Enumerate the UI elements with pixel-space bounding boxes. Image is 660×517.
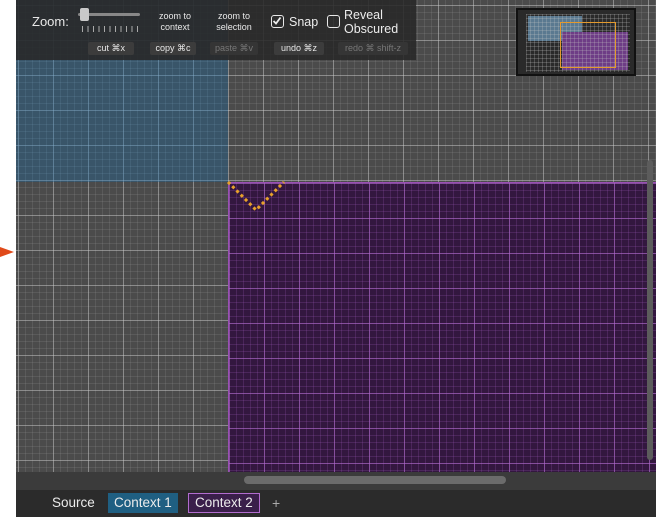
zoom-to-context-button[interactable]: zoom to context xyxy=(150,11,200,33)
pointer-arrow-icon xyxy=(0,247,14,257)
snap-label: Snap xyxy=(289,15,319,29)
cut-button[interactable]: cut ⌘x xyxy=(88,42,134,55)
vertical-scrollbar[interactable] xyxy=(647,160,653,460)
selection-handle[interactable] xyxy=(226,178,298,214)
tab-context-2[interactable]: Context 2 xyxy=(188,493,260,513)
tab-source[interactable]: Source xyxy=(46,493,101,513)
reveal-obscured-checkbox[interactable] xyxy=(327,15,340,28)
zoom-slider-thumb[interactable] xyxy=(80,8,89,21)
add-tab-button[interactable]: + xyxy=(266,493,286,513)
horizontal-scrollbar[interactable] xyxy=(244,476,506,484)
toolbar: Zoom: zoom to context zoom to selection … xyxy=(16,0,416,60)
zoom-slider[interactable] xyxy=(78,8,142,38)
checkmark-icon xyxy=(272,16,282,25)
zoom-to-selection-button[interactable]: zoom to selection xyxy=(208,11,260,33)
undo-button[interactable]: undo ⌘z xyxy=(274,42,324,55)
reveal-obscured-label: Reveal Obscured xyxy=(344,8,399,36)
snap-checkbox[interactable] xyxy=(271,15,284,28)
redo-button[interactable]: redo ⌘ shift-z xyxy=(338,42,408,55)
paste-button[interactable]: paste ⌘v xyxy=(210,42,258,55)
editor-frame: Zoom: zoom to context zoom to selection … xyxy=(16,0,656,517)
context-tab-bar: Source Context 1 Context 2 + xyxy=(16,490,656,517)
context-2-region[interactable] xyxy=(228,182,656,473)
minimap[interactable] xyxy=(516,8,636,76)
zoom-label: Zoom: xyxy=(32,14,69,29)
minimap-viewport[interactable] xyxy=(560,22,616,68)
copy-button[interactable]: copy ⌘c xyxy=(150,42,196,55)
zoom-slider-ticks xyxy=(82,26,138,32)
tab-context-1[interactable]: Context 1 xyxy=(108,493,178,513)
